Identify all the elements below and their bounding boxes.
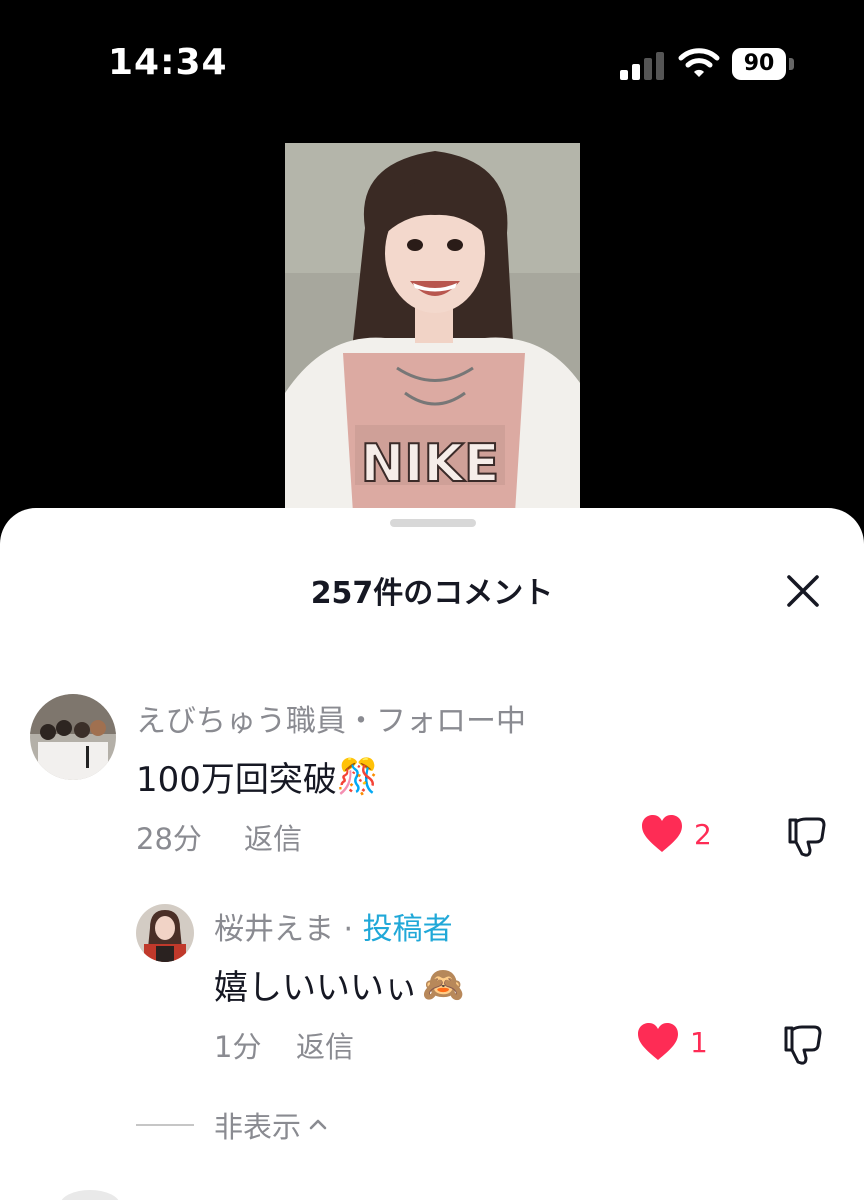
comment-text: 100万回突破: [136, 760, 337, 800]
divider-line: [136, 1124, 194, 1126]
reply-button[interactable]: 返信: [296, 1024, 354, 1066]
comment-timestamp: 28分: [136, 822, 202, 856]
reply-button[interactable]: 返信: [244, 816, 302, 858]
hide-replies-toggle[interactable]: 非表示: [136, 1104, 329, 1146]
comments-sheet: 257件のコメント えびちゅう職員・フォロー中 100万回突破🎊 28分 返信: [0, 508, 864, 1200]
battery-cap: [789, 58, 794, 70]
hide-replies-label: 非表示: [214, 1110, 302, 1144]
reply-author-avatar[interactable]: [136, 904, 194, 962]
cellular-signal-icon: [620, 50, 664, 80]
like-count: 1: [690, 1025, 708, 1059]
status-bar: 14:34 90: [0, 0, 864, 120]
like-count: 2: [694, 817, 712, 851]
commenter-avatar[interactable]: [30, 694, 116, 780]
next-comment-avatar-peek: [60, 1190, 120, 1200]
creator-badge: 投稿者: [362, 912, 453, 947]
reply-body: 嬉しいいいぃ 🙈: [214, 960, 464, 1009]
reply-timestamp: 1分: [214, 1030, 262, 1064]
status-time: 14:34: [108, 42, 228, 83]
heart-filled-icon: [638, 1023, 678, 1060]
thumbs-down-icon[interactable]: [780, 1022, 826, 1068]
reply-author-name: 桜井えま ·: [214, 912, 363, 947]
like-button[interactable]: 2: [640, 814, 712, 854]
reply-author-username[interactable]: 桜井えま · 投稿者: [214, 904, 453, 948]
video-preview[interactable]: NIKE: [285, 143, 580, 523]
commenter-username[interactable]: えびちゅう職員・フォロー中: [136, 696, 526, 740]
reply-text: 嬉しいいいぃ: [214, 968, 418, 1008]
comment-body: 100万回突破 🎊: [136, 752, 379, 801]
see-no-evil-monkey-emoji: 🙈: [422, 964, 465, 1005]
comments-title: 257件のコメント: [310, 576, 554, 611]
video-person-image: NIKE: [285, 143, 580, 523]
thumbs-down-icon[interactable]: [784, 814, 830, 860]
faded-text-fragment: [228, 628, 388, 636]
wifi-icon: [678, 48, 720, 77]
sheet-grab-handle[interactable]: [390, 519, 476, 527]
svg-text:NIKE: NIKE: [361, 434, 500, 494]
battery-indicator: 90: [732, 48, 786, 80]
close-x-icon[interactable]: [780, 568, 826, 614]
chevron-up-icon: [309, 1119, 327, 1130]
heart-filled-icon: [642, 815, 682, 852]
confetti-ball-emoji: 🎊: [336, 756, 380, 797]
like-button[interactable]: 1: [636, 1022, 708, 1062]
